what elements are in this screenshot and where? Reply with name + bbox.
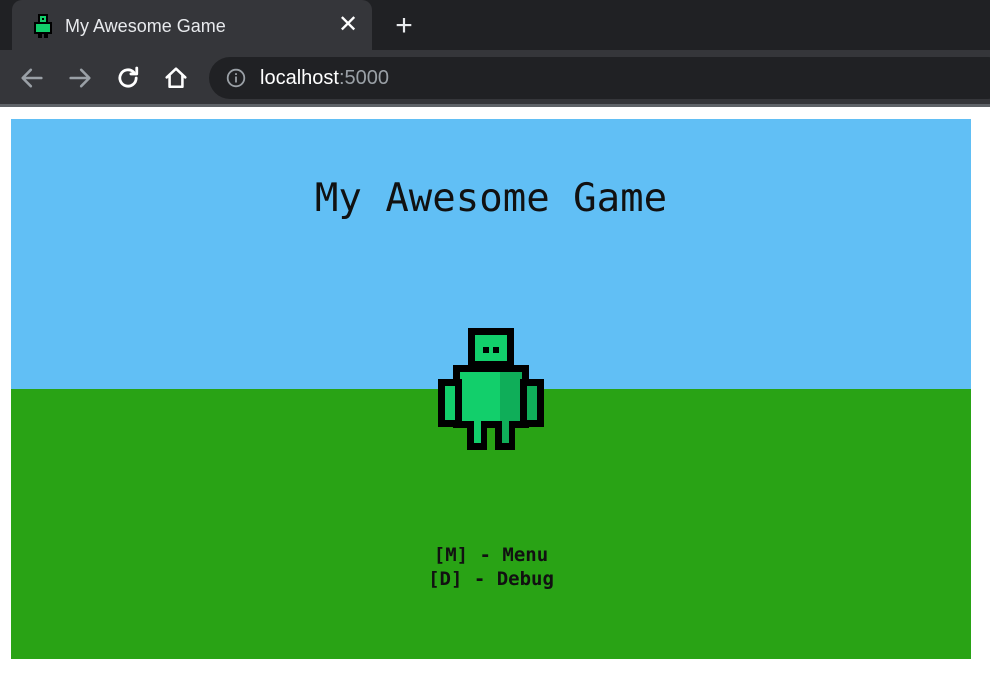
address-bar[interactable]: localhost:5000 — [209, 57, 990, 99]
new-tab-button[interactable]: + — [390, 11, 418, 41]
url-text[interactable]: localhost:5000 — [260, 67, 389, 89]
forward-arrow-icon[interactable] — [66, 64, 94, 92]
browser-toolbar: localhost:5000 — [0, 50, 990, 104]
tab-title: My Awesome Game — [65, 16, 226, 36]
control-hint-debug: [D] - Debug — [428, 568, 554, 590]
url-port: :5000 — [338, 67, 389, 89]
game-canvas[interactable]: My Awesome Game [M] - Menu [D] - Debug — [11, 119, 971, 659]
info-icon[interactable] — [226, 68, 246, 88]
tab-close-button[interactable]: ✕ — [336, 13, 360, 37]
back-arrow-icon[interactable] — [18, 64, 46, 92]
page-viewport: My Awesome Game [M] - Menu [D] - Debug — [0, 107, 990, 677]
browser-tab[interactable]: My Awesome Game ✕ — [12, 0, 372, 50]
url-host: localhost — [260, 67, 339, 89]
control-hint-menu: [M] - Menu — [433, 544, 549, 566]
tab-strip: My Awesome Game ✕ + — [0, 0, 990, 50]
reload-icon[interactable] — [114, 64, 142, 92]
controls-help: [M] - Menu [D] - Debug — [11, 543, 971, 591]
robot-icon — [34, 14, 52, 38]
player-character — [438, 328, 544, 450]
browser-window: My Awesome Game ✕ + localhost:5000 My Aw… — [0, 0, 990, 677]
home-icon[interactable] — [162, 64, 190, 92]
game-title: My Awesome Game — [314, 176, 668, 221]
